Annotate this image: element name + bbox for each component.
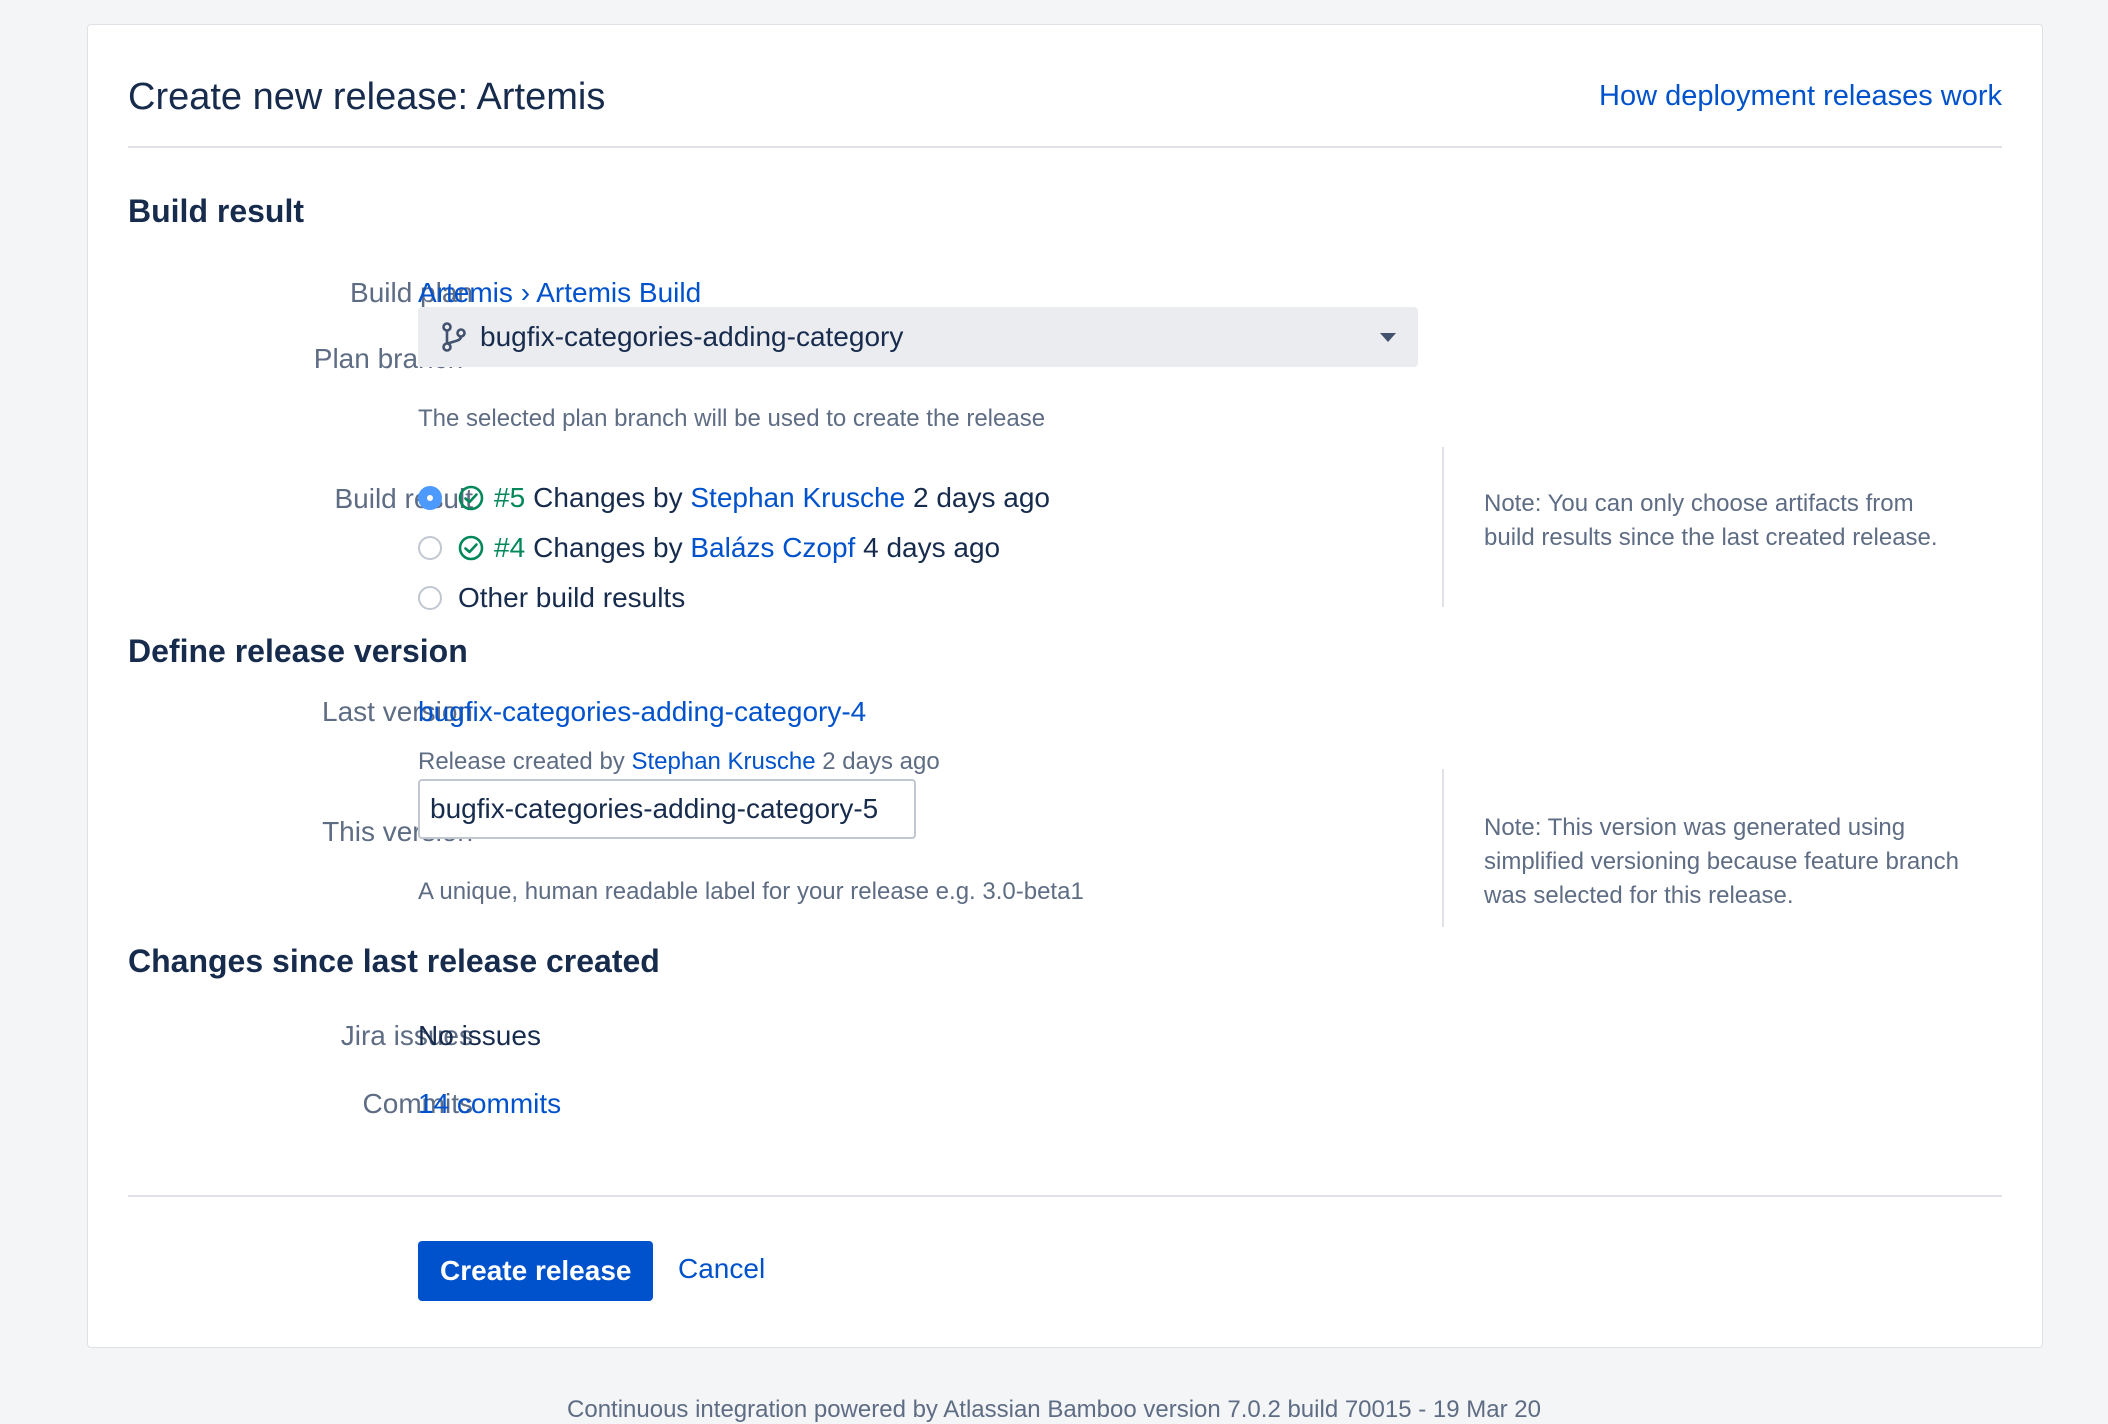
this-version-input[interactable] xyxy=(418,779,916,839)
build-time: 2 days ago xyxy=(912,482,1050,513)
build-result-radio-other[interactable] xyxy=(418,586,442,610)
create-release-panel: Create new release: Artemis How deployme… xyxy=(87,24,2043,1348)
help-link[interactable]: How deployment releases work xyxy=(1599,80,2002,113)
build-plan-breadcrumb: Artemis › Artemis Build xyxy=(418,277,701,309)
page-footer: Continuous integration powered by Atlass… xyxy=(567,1396,1541,1423)
build-result-option-other[interactable]: Other build results xyxy=(418,582,685,614)
other-build-results-text: Other build results xyxy=(458,582,686,613)
branch-icon xyxy=(442,322,466,352)
build-changes-text: Changes by xyxy=(533,532,683,563)
this-version-note: Note: This version was generated using s… xyxy=(1442,769,1962,927)
plan-branch-selected: bugfix-categories-adding-category xyxy=(480,321,904,352)
section-title-changes: Changes since last release created xyxy=(128,943,660,979)
jira-issues-value: No issues xyxy=(418,1020,541,1051)
last-version-link[interactable]: bugfix-categories-adding-category-4 xyxy=(418,696,866,727)
build-changes-text: Changes by xyxy=(533,482,683,513)
check-circle-icon xyxy=(458,535,484,561)
breadcrumb-separator: › xyxy=(520,277,531,308)
last-version-created: Release created by Stephan Krusche 2 day… xyxy=(418,748,940,776)
plan-branch-select[interactable]: bugfix-categories-adding-category xyxy=(418,307,1418,367)
last-version-value: bugfix-categories-adding-category-4 xyxy=(418,696,866,728)
page-title: Create new release: Artemis xyxy=(128,76,606,118)
section-title-release-version: Define release version xyxy=(128,633,468,669)
commits-link[interactable]: 14 commits xyxy=(418,1088,561,1119)
build-plan-link[interactable]: Artemis Build xyxy=(536,277,701,308)
build-plan-project-link[interactable]: Artemis xyxy=(418,277,513,308)
created-by-link[interactable]: Stephan Krusche xyxy=(631,748,815,775)
build-time: 4 days ago xyxy=(863,532,1001,563)
build-author-link[interactable]: Balázs Czopf xyxy=(690,532,855,564)
build-result-radio-5[interactable] xyxy=(418,486,442,510)
build-result-note: Note: You can only choose artifacts from… xyxy=(1442,447,1962,607)
created-prefix: Release created by xyxy=(418,748,625,775)
commits-value: 14 commits xyxy=(418,1088,561,1120)
chevron-down-icon xyxy=(1380,333,1396,342)
created-time: 2 days ago xyxy=(822,748,940,775)
cancel-button[interactable]: Cancel xyxy=(678,1253,765,1285)
build-result-option-5[interactable]: #5 Changes by Stephan Krusche 2 days ago xyxy=(418,482,1050,514)
build-number[interactable]: #4 xyxy=(494,532,525,564)
build-author-link[interactable]: Stephan Krusche xyxy=(690,482,905,514)
page-header: Create new release: Artemis How deployme… xyxy=(128,25,2002,148)
this-version-description: A unique, human readable label for your … xyxy=(418,878,1084,905)
check-circle-icon xyxy=(458,485,484,511)
build-result-option-4[interactable]: #4 Changes by Balázs Czopf 4 days ago xyxy=(418,532,1000,564)
actions-divider xyxy=(128,1195,2002,1197)
plan-branch-description: The selected plan branch will be used to… xyxy=(418,405,1046,432)
create-release-button[interactable]: Create release xyxy=(418,1241,654,1301)
section-title-build-result: Build result xyxy=(128,193,305,229)
build-result-radio-4[interactable] xyxy=(418,536,442,560)
build-number[interactable]: #5 xyxy=(494,482,525,514)
